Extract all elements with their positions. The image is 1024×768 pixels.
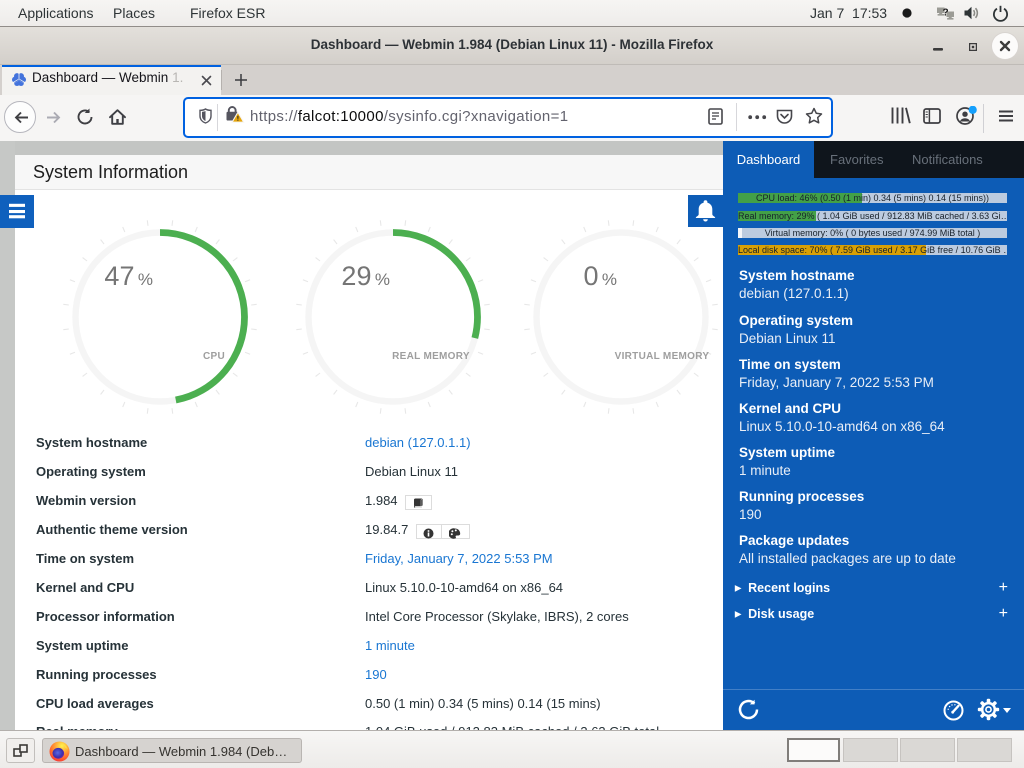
- svg-text:?: ?: [943, 8, 949, 19]
